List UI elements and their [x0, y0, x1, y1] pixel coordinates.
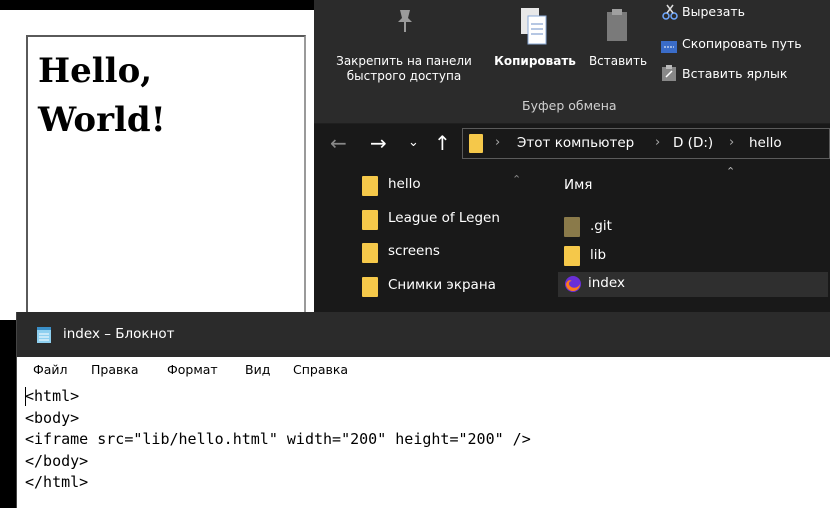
file-item-git[interactable]: .git: [560, 215, 830, 240]
folder-icon: [362, 277, 378, 297]
notepad-title-bar[interactable]: index – Блокнот: [17, 312, 830, 357]
column-header-name[interactable]: Имя: [564, 177, 592, 193]
nav-item-screens[interactable]: screens: [360, 240, 520, 266]
sort-ascending-icon: ⌃: [726, 165, 736, 178]
file-item-label: .git: [590, 218, 612, 234]
nav-item-label: Снимки экрана: [388, 277, 496, 293]
file-item-label: index: [588, 275, 625, 291]
chevron-right-icon: ›: [495, 135, 501, 150]
ribbon: Закрепить на панели быстрого доступа Коп…: [314, 0, 830, 124]
menu-edit[interactable]: Правка: [91, 362, 139, 377]
folder-icon: [564, 246, 580, 266]
scroll-up-chevron-icon[interactable]: ⌃: [512, 173, 521, 186]
clipboard-group-label: Буфер обмена: [522, 98, 617, 113]
pin-to-quick-access-button[interactable]: Закрепить на панели быстрого доступа: [324, 54, 484, 84]
folder-icon: [362, 210, 378, 230]
file-item-label: lib: [590, 247, 607, 263]
nav-item-hello[interactable]: hello: [360, 173, 520, 199]
nav-item-league-of-legends[interactable]: League of Legen: [360, 207, 520, 233]
navigation-pane: hello League of Legen screens Снимки экр…: [314, 165, 524, 320]
nav-item-label: screens: [388, 243, 440, 259]
breadcrumb-drive-d[interactable]: D (D:): [673, 135, 713, 151]
address-bar[interactable]: › Этот компьютер › D (D:) › hello: [462, 128, 830, 159]
text-caret: [25, 387, 26, 406]
menu-format[interactable]: Формат: [167, 362, 218, 377]
notepad-menu-bar: Файл Правка Формат Вид Справка: [17, 358, 830, 380]
file-list: ⌃ Имя .git lib index: [544, 165, 830, 320]
nav-item-screenshots[interactable]: Снимки экрана: [360, 274, 520, 300]
breadcrumb-this-pc[interactable]: Этот компьютер: [517, 135, 634, 151]
notepad-text-area[interactable]: <html> <body> <iframe src="lib/hello.htm…: [25, 386, 825, 494]
paste-shortcut-button[interactable]: Вставить ярлык: [682, 66, 787, 81]
nav-item-label: hello: [388, 176, 421, 192]
back-arrow-icon[interactable]: ←: [330, 131, 347, 155]
scissors-icon[interactable]: [662, 4, 678, 24]
paste-shortcut-icon[interactable]: [662, 65, 676, 85]
breadcrumb-hello[interactable]: hello: [749, 135, 782, 151]
folder-icon: [469, 134, 483, 153]
copy-icon[interactable]: [519, 6, 549, 50]
hello-world-heading: Hello, World!: [38, 51, 166, 140]
iframe-frame: Hello, World!: [26, 35, 306, 335]
notepad-window: index – Блокнот Файл Правка Формат Вид С…: [16, 312, 830, 508]
notepad-title: index – Блокнот: [63, 326, 175, 342]
chevron-right-icon: ›: [655, 135, 661, 150]
browser-viewport: Hello, World!: [0, 0, 314, 335]
file-item-index[interactable]: index: [558, 272, 828, 297]
paste-button[interactable]: Вставить: [582, 54, 654, 69]
menu-help[interactable]: Справка: [293, 362, 348, 377]
recent-locations-chevron-icon[interactable]: ⌄: [408, 135, 419, 150]
pin-icon[interactable]: [394, 8, 416, 38]
file-item-lib[interactable]: lib: [560, 244, 830, 269]
nav-item-label: League of Legen: [388, 210, 500, 226]
notepad-icon: [35, 326, 53, 344]
firefox-icon: [564, 275, 582, 297]
folder-icon: [362, 243, 378, 263]
browser-top-strip: [0, 0, 314, 10]
folder-icon: [564, 217, 580, 237]
folder-icon: [362, 176, 378, 196]
copy-path-button[interactable]: Скопировать путь: [682, 36, 802, 51]
copy-button[interactable]: Копировать: [487, 54, 583, 69]
file-explorer-window: Закрепить на панели быстрого доступа Коп…: [314, 0, 830, 320]
up-arrow-icon[interactable]: ↑: [434, 131, 451, 155]
forward-arrow-icon[interactable]: →: [370, 131, 387, 155]
cut-button[interactable]: Вырезать: [682, 4, 745, 19]
menu-view[interactable]: Вид: [245, 362, 270, 377]
paste-icon[interactable]: [606, 8, 628, 46]
chevron-right-icon: ›: [729, 135, 735, 150]
menu-file[interactable]: Файл: [33, 362, 68, 377]
copy-path-icon[interactable]: [661, 38, 677, 57]
